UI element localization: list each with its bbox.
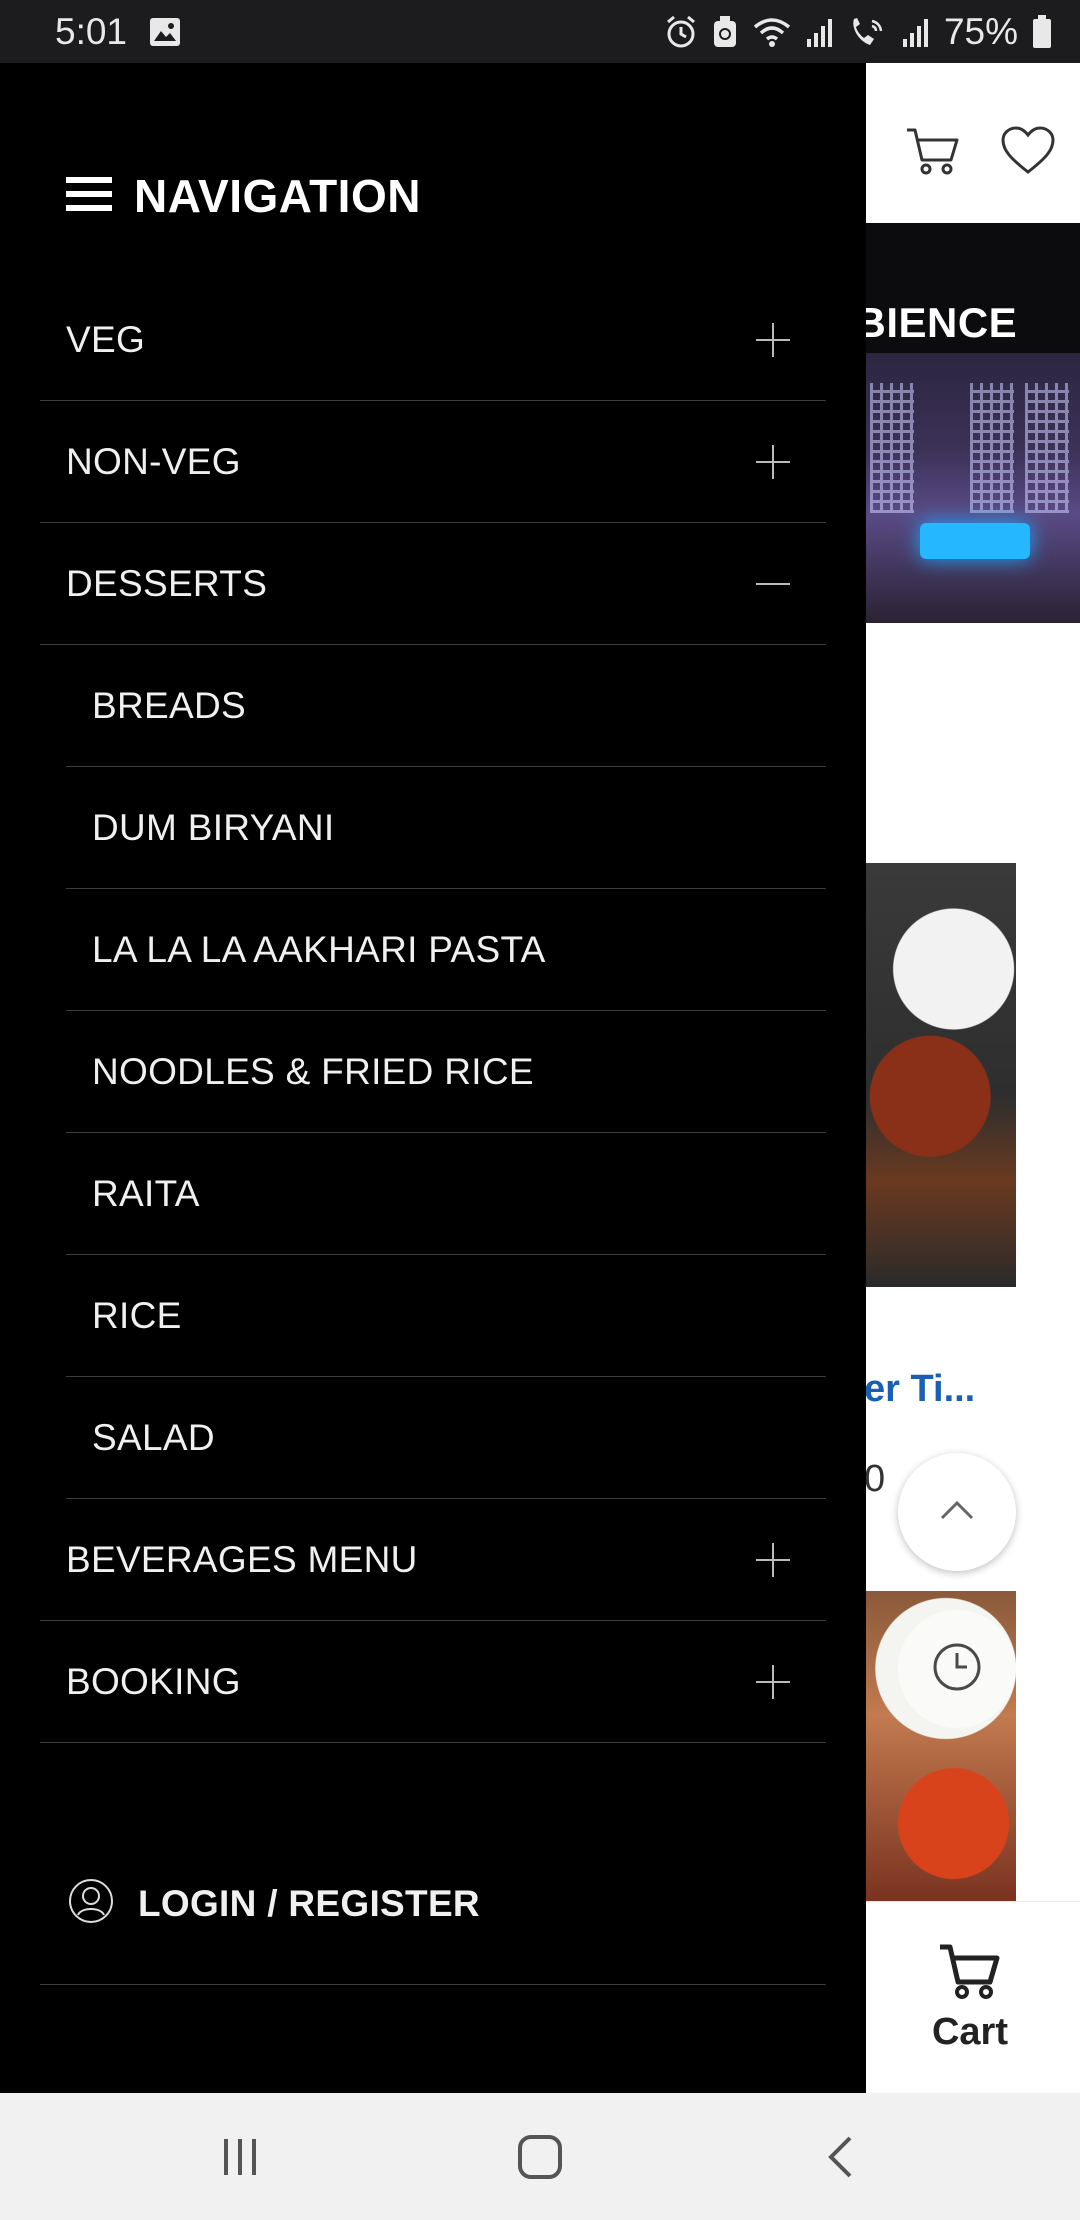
submenu-item-salad[interactable]: SALAD [66, 1377, 826, 1499]
submenu-item-label: RICE [92, 1294, 182, 1336]
chevron-up-icon [939, 1499, 975, 1526]
submenu-item-rice[interactable]: RICE [66, 1255, 826, 1377]
clock-icon [931, 1641, 983, 1698]
menu-item-veg[interactable]: VEG [40, 279, 826, 401]
menu-item-label: BEVERAGES MENU [66, 1538, 418, 1580]
login-register-label: LOGIN / REGISTER [138, 1882, 480, 1924]
menu-item-booking[interactable]: BOOKING [40, 1621, 826, 1743]
submenu-item-label: DUM BIRYANI [92, 806, 335, 848]
login-register-link[interactable]: LOGIN / REGISTER [40, 1823, 826, 1985]
plus-icon[interactable] [756, 1542, 790, 1577]
menu-item-non-veg[interactable]: NON-VEG [40, 401, 826, 523]
gallery-icon [149, 17, 181, 47]
drawer-title: NAVIGATION [134, 170, 421, 222]
menu-item-label: NON-VEG [66, 440, 241, 482]
scroll-to-top-button[interactable] [898, 1453, 1016, 1571]
submenu-item-breads[interactable]: BREADS [66, 645, 826, 767]
product-price: 0 [864, 1458, 886, 1500]
plus-icon[interactable] [756, 322, 790, 357]
recycle-icon [712, 15, 738, 49]
signal-icon [902, 17, 930, 47]
submenu-item-dum-biryani[interactable]: DUM BIRYANI [66, 767, 826, 889]
battery-percent: 75% [943, 10, 1018, 52]
alarm-icon [664, 15, 698, 49]
submenu-item-raita[interactable]: RAITA [66, 1133, 826, 1255]
user-icon [68, 1878, 114, 1929]
submenu-item-label: RAITA [92, 1172, 200, 1214]
back-button[interactable] [810, 2127, 870, 2187]
product-name[interactable]: er Ti... [864, 1368, 975, 1411]
submenu-item-label: SALAD [92, 1416, 215, 1458]
plus-icon[interactable] [756, 444, 790, 479]
status-bar: 5:01 75% [0, 0, 1080, 63]
hamburger-icon[interactable] [66, 175, 112, 218]
plus-icon[interactable] [756, 1664, 790, 1699]
submenu-item-noodles-fried-rice[interactable]: NOODLES & FRIED RICE [66, 1011, 826, 1133]
submenu-item-la-la-la-aakhari-pasta[interactable]: LA LA LA AAKHARI PASTA [66, 889, 826, 1011]
menu-item-label: DESSERTS [66, 562, 268, 604]
drawer-header: NAVIGATION [66, 169, 421, 223]
menu-item-beverages-menu[interactable]: BEVERAGES MENU [40, 1499, 826, 1621]
menu-item-desserts[interactable]: DESSERTS [40, 523, 826, 645]
menu-item-label: VEG [66, 318, 146, 360]
menu-list: VEG NON-VEG DESSERTS BREADS DUM BIRYANI … [40, 279, 826, 1743]
product-image[interactable] [860, 863, 1016, 1287]
cart-icon[interactable] [905, 126, 961, 181]
cart-icon [938, 1942, 1002, 2005]
wifi-icon [752, 16, 792, 48]
navigation-drawer: NAVIGATION VEG NON-VEG DESSERTS BREADS D… [0, 63, 866, 2093]
submenu-item-label: NOODLES & FRIED RICE [92, 1050, 534, 1092]
home-button[interactable] [510, 2127, 570, 2187]
system-nav-bar [0, 2093, 1080, 2220]
bottom-cart-label: Cart [931, 2010, 1009, 2053]
submenu-item-label: BREADS [92, 684, 246, 726]
minus-icon[interactable] [756, 567, 790, 601]
status-time: 5:01 [55, 10, 128, 52]
volte-call-icon [848, 15, 888, 49]
battery-icon [1032, 14, 1052, 49]
ambience-image [860, 353, 1080, 623]
submenu-item-label: LA LA LA AAKHARI PASTA [92, 928, 546, 970]
clock-button[interactable] [898, 1610, 1016, 1728]
heart-icon[interactable] [1000, 126, 1056, 181]
bottom-cart-button[interactable]: Cart [860, 1901, 1080, 2093]
menu-item-label: BOOKING [66, 1660, 241, 1702]
signal-icon [806, 17, 834, 47]
recent-apps-button[interactable] [210, 2127, 270, 2187]
